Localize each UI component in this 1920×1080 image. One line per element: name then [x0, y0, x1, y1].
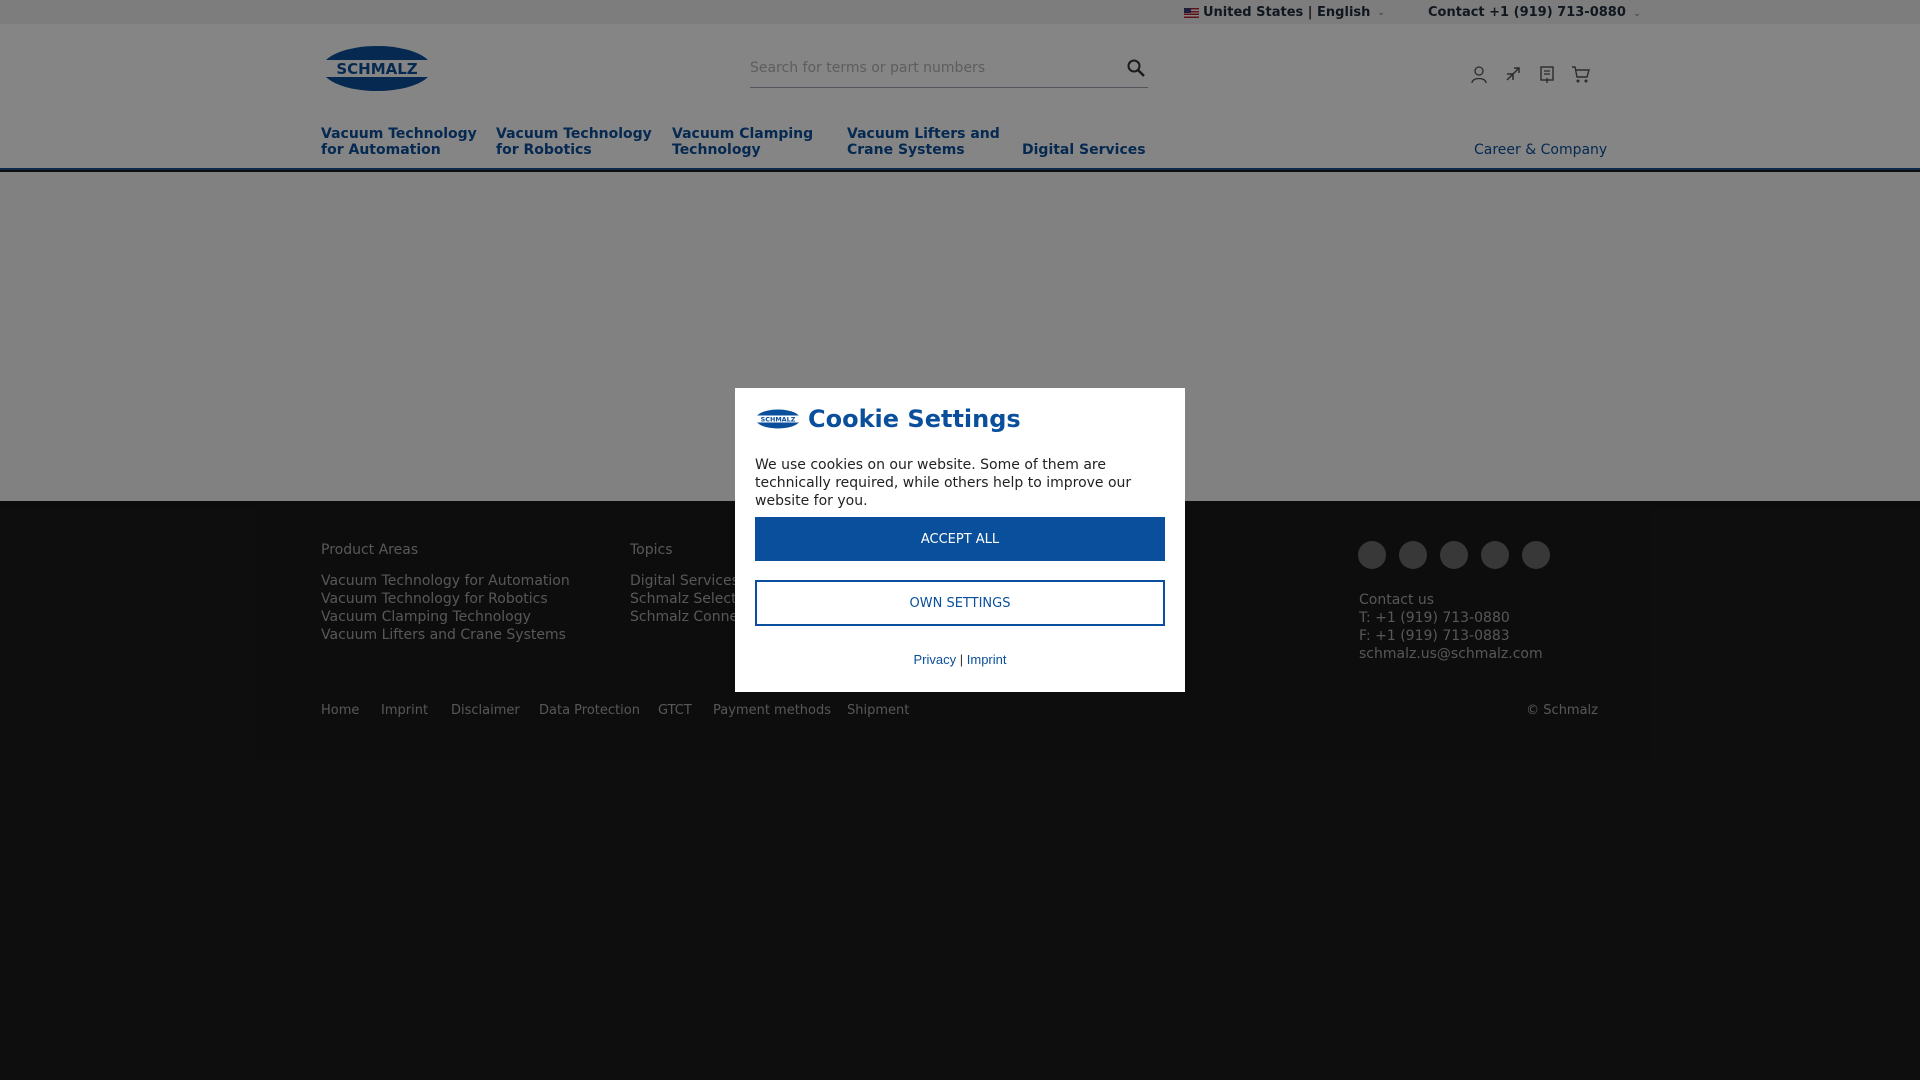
own-settings-button[interactable]: OWN SETTINGS — [755, 580, 1165, 626]
dialog-title: Cookie Settings — [808, 405, 1021, 433]
dialog-header: SCHMALZ Cookie Settings — [755, 405, 1021, 433]
link-separator: | — [959, 652, 964, 667]
privacy-link[interactable]: Privacy — [914, 652, 957, 667]
schmalz-logo-small: SCHMALZ — [755, 409, 801, 429]
dialog-description: We use cookies on our website. Some of t… — [755, 457, 1132, 509]
cookie-settings-dialog: SCHMALZ Cookie Settings We use cookies o… — [735, 388, 1185, 692]
dialog-legal-links: Privacy | Imprint — [735, 652, 1185, 667]
imprint-link[interactable]: Imprint — [967, 652, 1007, 667]
accept-all-button[interactable]: ACCEPT ALL — [755, 517, 1165, 561]
logo-text-small: SCHMALZ — [761, 416, 796, 424]
